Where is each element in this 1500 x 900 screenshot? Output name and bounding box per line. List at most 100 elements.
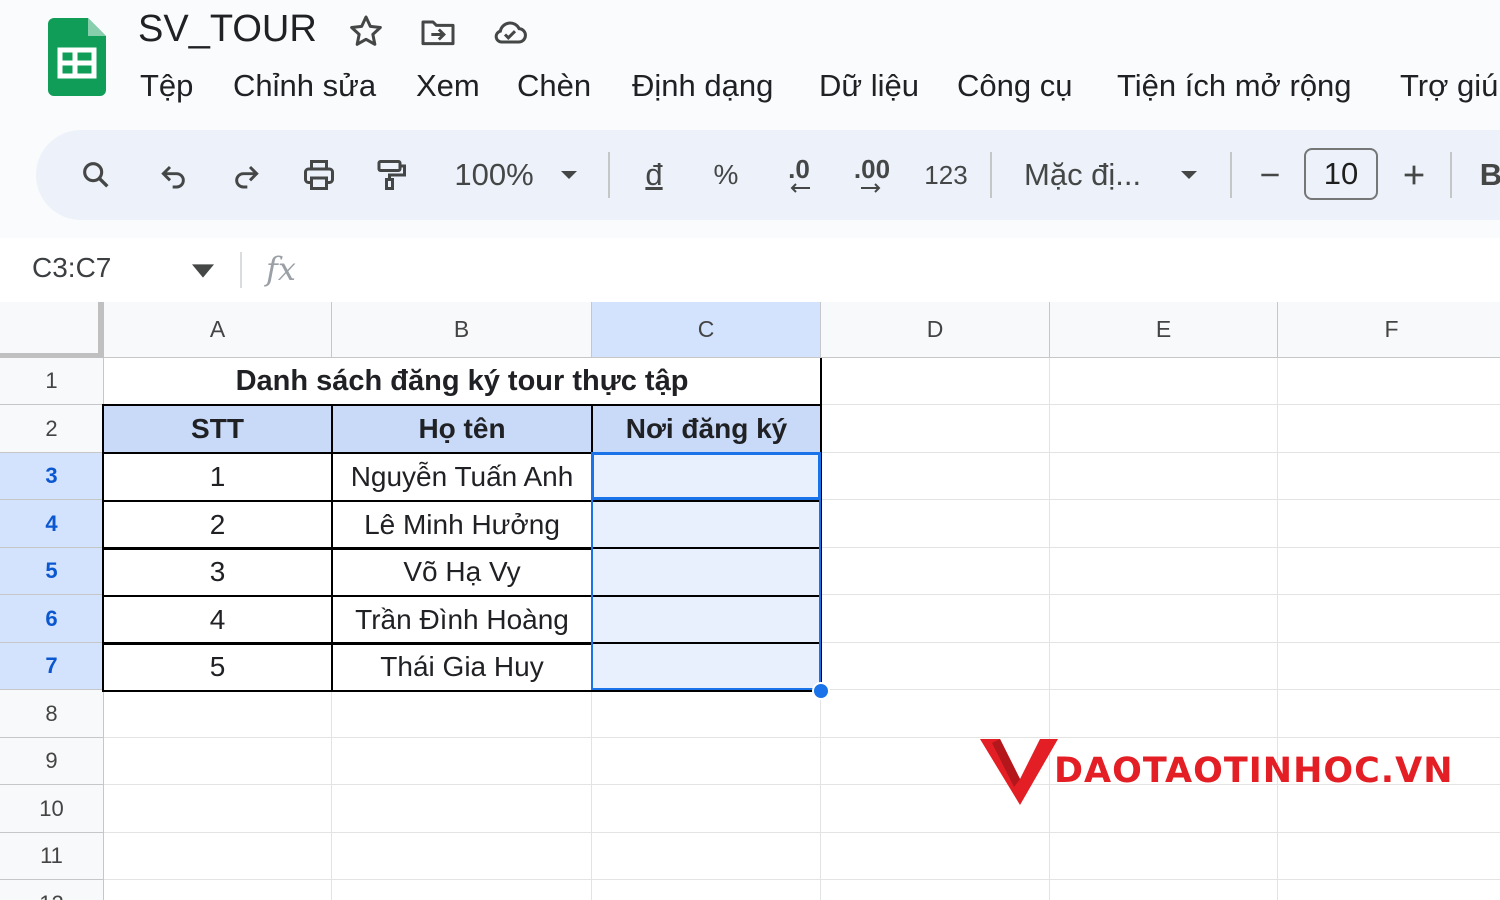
undo-button[interactable] — [152, 130, 196, 220]
grid-cell[interactable] — [1050, 500, 1278, 548]
font-size-input[interactable]: 10 — [1304, 148, 1378, 200]
name-box[interactable]: C3:C7 — [32, 252, 111, 284]
decrease-decimal-button[interactable]: .0 — [774, 130, 824, 220]
grid-cell[interactable] — [1278, 453, 1500, 500]
grid-cell[interactable] — [821, 548, 1050, 595]
grid-cell[interactable] — [104, 833, 332, 880]
grid-cell[interactable] — [592, 738, 821, 785]
grid-cell[interactable] — [332, 833, 592, 880]
print-button[interactable] — [296, 130, 342, 220]
select-all-corner[interactable] — [0, 302, 104, 358]
chevron-down-icon[interactable] — [192, 264, 214, 278]
menu-format[interactable]: Định dạng — [632, 68, 773, 104]
grid-cell[interactable] — [1278, 833, 1500, 880]
row-header-6[interactable]: 6 — [0, 595, 104, 643]
grid-cell[interactable] — [1278, 405, 1500, 453]
increase-decimal-button[interactable]: .00 — [846, 130, 898, 220]
row-header-11[interactable]: 11 — [0, 833, 104, 880]
row-header-7[interactable]: 7 — [0, 643, 104, 690]
grid-cell[interactable] — [332, 690, 592, 738]
grid-cell[interactable] — [1278, 880, 1500, 900]
grid-cell[interactable] — [1050, 880, 1278, 900]
grid-cell[interactable] — [821, 405, 1050, 453]
menu-help[interactable]: Trợ giú — [1400, 68, 1498, 104]
grid-cell[interactable] — [104, 785, 332, 833]
table-cell-place[interactable] — [591, 500, 822, 550]
grid-cell[interactable] — [332, 785, 592, 833]
number-format-button[interactable]: 123 — [920, 130, 972, 220]
grid-cell[interactable] — [1050, 643, 1278, 690]
grid-cell[interactable] — [104, 690, 332, 738]
table-cell-name[interactable]: Lê Minh Hưởng — [331, 500, 593, 550]
row-header-3[interactable]: 3 — [0, 453, 104, 500]
table-cell-place[interactable] — [591, 642, 822, 692]
table-cell-stt[interactable]: 1 — [102, 452, 333, 502]
row-header-2[interactable]: 2 — [0, 405, 104, 453]
move-folder-icon[interactable] — [418, 12, 458, 52]
grid-cell[interactable] — [1278, 358, 1500, 405]
grid-cell[interactable] — [1050, 548, 1278, 595]
table-cell-place[interactable] — [591, 547, 822, 597]
menu-extensions[interactable]: Tiện ích mở rộng — [1117, 68, 1352, 104]
grid-cell[interactable] — [1278, 595, 1500, 643]
grid-cell[interactable] — [1278, 643, 1500, 690]
column-header-e[interactable]: E — [1050, 302, 1278, 358]
row-header-8[interactable]: 8 — [0, 690, 104, 738]
grid-cell[interactable] — [1050, 405, 1278, 453]
font-family-dropdown-button[interactable] — [1174, 130, 1204, 220]
table-cell-place[interactable] — [591, 452, 822, 502]
decrease-font-size-button[interactable] — [1250, 130, 1290, 220]
grid-cell[interactable] — [821, 690, 1050, 738]
grid-cell[interactable] — [821, 833, 1050, 880]
grid-cell[interactable] — [332, 738, 592, 785]
table-cell-stt[interactable]: 4 — [102, 595, 333, 645]
table-cell-name[interactable]: Võ Hạ Vy — [331, 547, 593, 597]
grid-cell[interactable] — [821, 643, 1050, 690]
grid-cell[interactable] — [1050, 690, 1278, 738]
sheet-title-cell[interactable]: Danh sách đăng ký tour thực tập — [104, 358, 822, 406]
currency-format-button[interactable]: đ — [634, 130, 674, 220]
search-menus-button[interactable] — [74, 130, 118, 220]
table-cell-name[interactable]: Nguyễn Tuấn Anh — [331, 452, 593, 502]
menu-edit[interactable]: Chỉnh sửa — [233, 68, 376, 104]
document-title[interactable]: SV_TOUR — [138, 8, 317, 51]
table-cell-place[interactable] — [591, 595, 822, 645]
menu-view[interactable]: Xem — [416, 68, 480, 104]
table-cell-stt[interactable]: 2 — [102, 500, 333, 550]
grid-cell[interactable] — [104, 880, 332, 900]
grid-cell[interactable] — [821, 500, 1050, 548]
row-header-4[interactable]: 4 — [0, 500, 104, 548]
redo-button[interactable] — [224, 130, 268, 220]
grid-cell[interactable] — [1050, 358, 1278, 405]
sheets-logo-icon[interactable] — [48, 18, 106, 96]
table-cell-stt[interactable]: 3 — [102, 547, 333, 597]
grid-cell[interactable] — [821, 880, 1050, 900]
font-family-select[interactable]: Mặc đị... — [1024, 130, 1154, 220]
grid-cell[interactable] — [592, 785, 821, 833]
header-cell-name[interactable]: Họ tên — [331, 404, 593, 454]
column-header-c[interactable]: C — [592, 302, 821, 358]
column-header-a[interactable]: A — [104, 302, 332, 358]
column-header-b[interactable]: B — [332, 302, 592, 358]
grid-cell[interactable] — [821, 358, 1050, 405]
percent-format-button[interactable]: % — [704, 130, 748, 220]
zoom-select[interactable]: 100% — [444, 130, 544, 220]
grid-cell[interactable] — [821, 453, 1050, 500]
grid-cell[interactable] — [1050, 833, 1278, 880]
fill-handle[interactable] — [812, 682, 830, 700]
paint-format-button[interactable] — [368, 130, 414, 220]
star-icon[interactable] — [346, 12, 386, 52]
grid-cell[interactable] — [1050, 453, 1278, 500]
menu-data[interactable]: Dữ liệu — [819, 68, 919, 104]
grid-cell[interactable] — [592, 690, 821, 738]
header-cell-stt[interactable]: STT — [102, 404, 333, 454]
bold-button[interactable]: B — [1476, 130, 1500, 220]
menu-tools[interactable]: Công cụ — [957, 68, 1072, 104]
grid-cell[interactable] — [592, 833, 821, 880]
table-cell-name[interactable]: Trần Đình Hoàng — [331, 595, 593, 645]
column-header-d[interactable]: D — [821, 302, 1050, 358]
grid-cell[interactable] — [821, 595, 1050, 643]
row-header-5[interactable]: 5 — [0, 548, 104, 595]
menu-insert[interactable]: Chèn — [517, 68, 591, 104]
menu-file[interactable]: Tệp — [140, 68, 193, 104]
